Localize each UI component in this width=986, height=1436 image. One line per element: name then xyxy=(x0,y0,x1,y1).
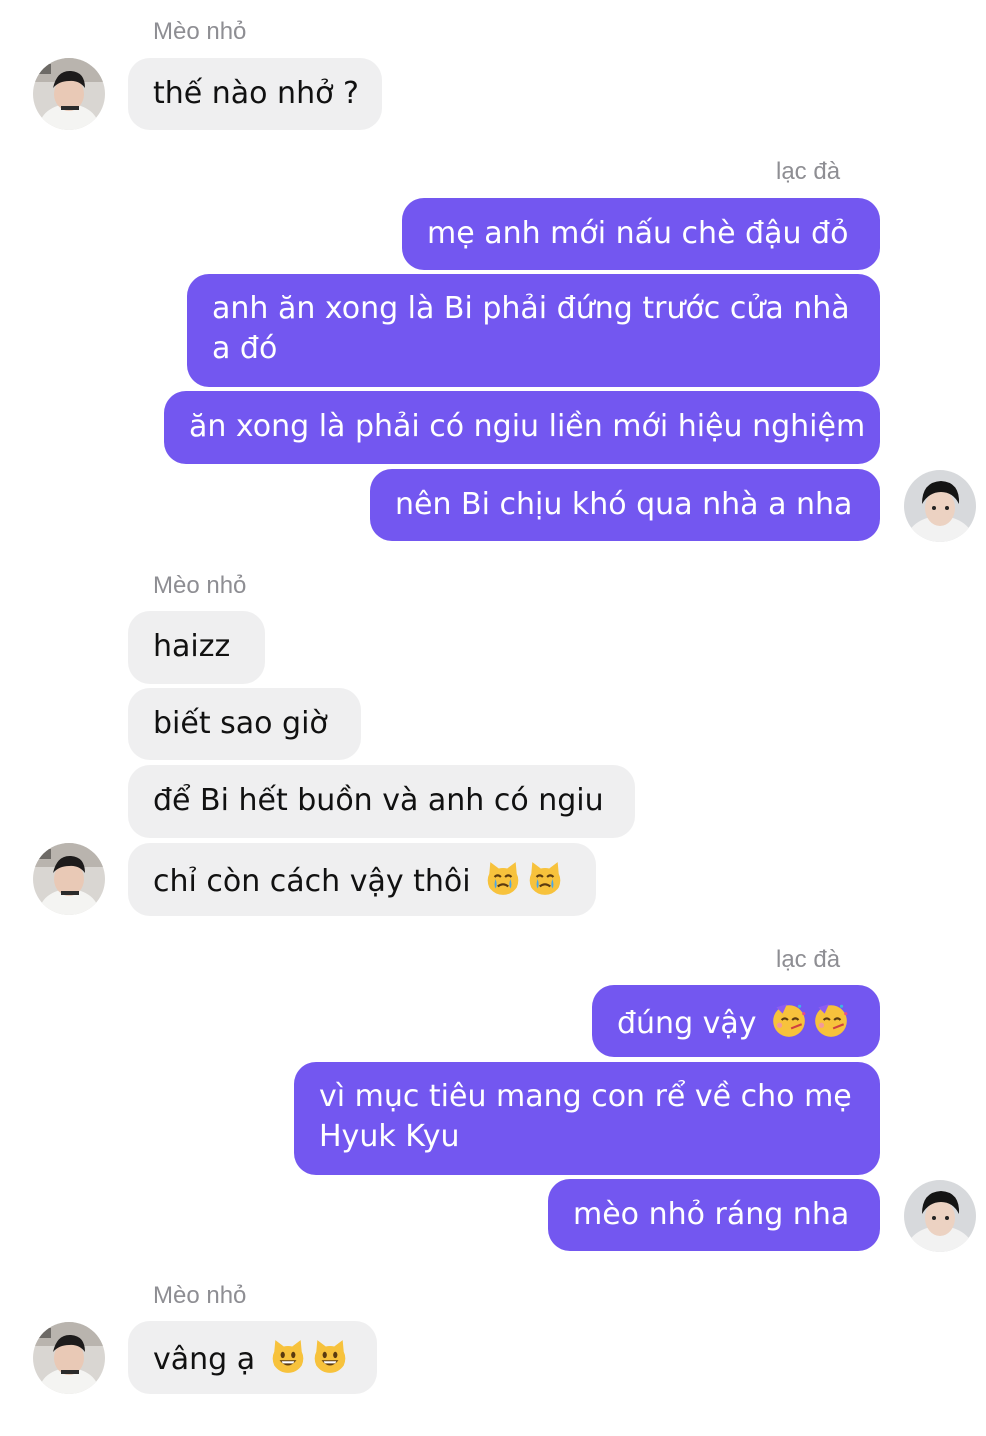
message-bubble-incoming[interactable]: chỉ còn cách vậy thôi xyxy=(128,843,596,916)
avatar-me[interactable] xyxy=(904,1180,976,1252)
message-text: mẹ anh mới nấu chè đậu đỏ xyxy=(427,216,849,251)
message-text: vì mục tiêu mang con rể về cho mẹ Hyuk K… xyxy=(319,1079,852,1154)
message-bubble-outgoing[interactable]: nên Bi chịu khó qua nhà a nha xyxy=(370,469,880,541)
message-bubble-incoming[interactable]: thế nào nhở ? xyxy=(128,58,382,130)
message-bubble-incoming[interactable]: haizz xyxy=(128,611,265,684)
message-bubble-incoming[interactable]: để Bi hết buồn và anh có ngiu xyxy=(128,765,635,838)
partying-face-icon xyxy=(770,1001,808,1039)
message-bubble-outgoing[interactable]: ăn xong là phải có ngiu liền mới hiệu ng… xyxy=(164,391,880,464)
partying-face-icon xyxy=(812,1001,850,1039)
sender-name-me: lạc đà xyxy=(776,946,841,973)
sender-name-me: lạc đà xyxy=(776,158,841,185)
avatar-me[interactable] xyxy=(904,470,976,542)
message-text: nên Bi chịu khó qua nhà a nha xyxy=(395,487,853,522)
avatar-other[interactable] xyxy=(33,1322,105,1394)
avatar-image xyxy=(904,470,976,542)
message-text: để Bi hết buồn và anh có ngiu xyxy=(153,783,604,818)
avatar-image xyxy=(33,843,105,915)
grinning-cat-icon xyxy=(269,1337,307,1375)
message-text: chỉ còn cách vậy thôi xyxy=(153,864,471,899)
message-text: vâng ạ xyxy=(153,1342,256,1377)
message-text: haizz xyxy=(153,629,231,664)
message-bubble-outgoing[interactable]: anh ăn xong là Bi phải đứng trước cửa nh… xyxy=(187,274,880,387)
grinning-cat-icon xyxy=(311,1337,349,1375)
message-text: đúng vậy xyxy=(617,1006,757,1041)
message-bubble-outgoing[interactable]: mẹ anh mới nấu chè đậu đỏ xyxy=(402,198,880,270)
sender-name-other: Mèo nhỏ xyxy=(153,18,247,45)
avatar-image xyxy=(33,58,105,130)
message-bubble-incoming[interactable]: biết sao giờ xyxy=(128,688,361,760)
message-text: ăn xong là phải có ngiu liền mới hiệu ng… xyxy=(189,409,866,444)
avatar-other[interactable] xyxy=(33,58,105,130)
message-bubble-incoming[interactable]: vâng ạ xyxy=(128,1321,377,1394)
crying-cat-icon xyxy=(484,859,522,897)
message-text: mèo nhỏ ráng nha xyxy=(573,1197,850,1232)
message-bubble-outgoing[interactable]: đúng vậy xyxy=(592,985,880,1057)
sender-name-other: Mèo nhỏ xyxy=(153,572,247,599)
crying-cat-icon xyxy=(526,859,564,897)
message-bubble-outgoing[interactable]: mèo nhỏ ráng nha xyxy=(548,1179,880,1251)
message-bubble-outgoing[interactable]: vì mục tiêu mang con rể về cho mẹ Hyuk K… xyxy=(294,1062,880,1175)
avatar-image xyxy=(33,1322,105,1394)
sender-name-other: Mèo nhỏ xyxy=(153,1282,247,1309)
avatar-image xyxy=(904,1180,976,1252)
message-text: anh ăn xong là Bi phải đứng trước cửa nh… xyxy=(212,291,850,366)
message-text: thế nào nhở ? xyxy=(153,76,359,111)
message-text: biết sao giờ xyxy=(153,706,328,741)
avatar-other[interactable] xyxy=(33,843,105,915)
